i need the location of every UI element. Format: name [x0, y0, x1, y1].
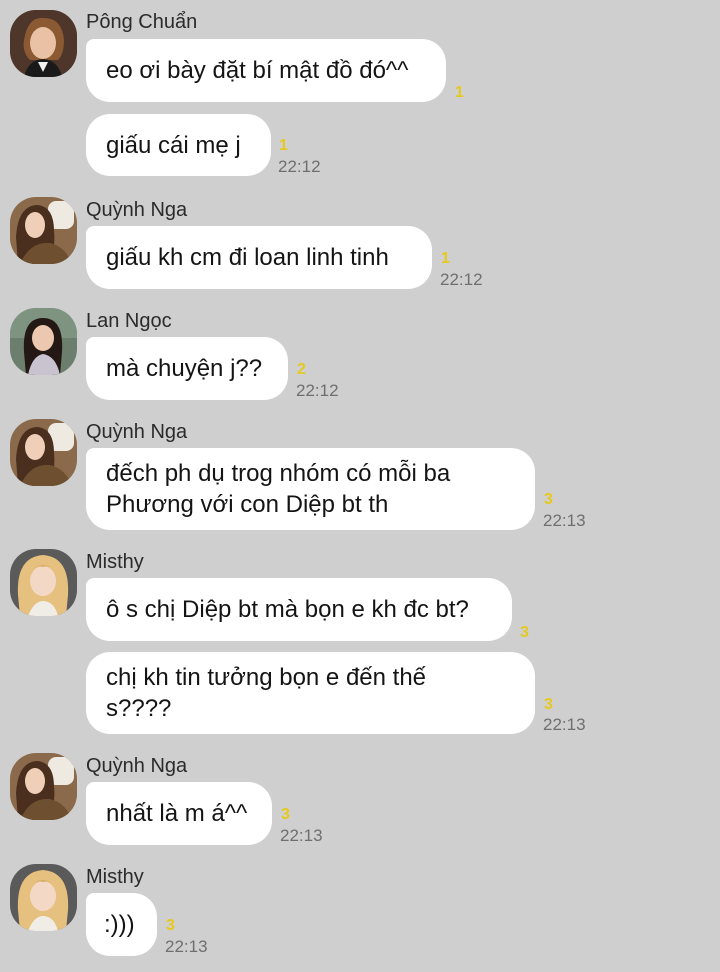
message-text: ô s chị Diệp bt mà bọn e kh đc bt? — [106, 596, 469, 623]
message-bubble[interactable]: giấu kh cm đi loan linh tinh — [86, 226, 432, 289]
read-count: 2 — [297, 361, 306, 378]
message-text: :))) — [104, 911, 135, 938]
message-bubble[interactable]: mà chuyện j?? — [86, 337, 288, 400]
read-count: 3 — [166, 917, 175, 934]
avatar-quynh-nga[interactable] — [10, 419, 77, 486]
avatar-misthy[interactable] — [10, 864, 77, 931]
sender-name: Quỳnh Nga — [86, 199, 188, 221]
message-bubble[interactable]: ô s chị Diệp bt mà bọn e kh đc bt? — [86, 578, 512, 641]
message-text: đếch ph dụ trog nhóm có mỗi ba Phương vớ… — [106, 460, 451, 518]
timestamp: 22:13 — [543, 715, 586, 734]
read-count: 1 — [441, 250, 450, 267]
avatar-quynh-nga[interactable] — [10, 753, 77, 820]
message-bubble[interactable]: giấu cái mẹ j — [86, 114, 271, 176]
timestamp: 22:13 — [165, 937, 208, 956]
message-bubble[interactable]: eo ơi bày đặt bí mật đồ đó^^ — [86, 39, 446, 102]
message-bubble[interactable]: :))) — [86, 893, 157, 956]
sender-name: Lan Ngọc — [86, 310, 172, 332]
read-count: 3 — [520, 624, 529, 641]
avatar-pong-chuan[interactable] — [10, 10, 77, 77]
sender-name: Quỳnh Nga — [86, 421, 188, 443]
message-bubble[interactable]: chị kh tin tưởng bọn e đến thế s???? — [86, 652, 535, 734]
read-count: 3 — [281, 806, 290, 823]
read-count: 3 — [544, 696, 553, 713]
sender-name: Pông Chuẩn — [86, 11, 198, 33]
sender-name: Quỳnh Nga — [86, 755, 188, 777]
sender-name: Misthy — [86, 551, 144, 573]
message-text: eo ơi bày đặt bí mật đồ đó^^ — [106, 57, 409, 84]
avatar-quynh-nga[interactable] — [10, 197, 77, 264]
sender-name: Misthy — [86, 866, 144, 888]
message-bubble[interactable]: đếch ph dụ trog nhóm có mỗi ba Phương vớ… — [86, 448, 535, 530]
timestamp: 22:12 — [440, 270, 483, 289]
avatar-lan-ngoc[interactable] — [10, 308, 77, 375]
message-text: mà chuyện j?? — [106, 355, 263, 382]
timestamp: 22:13 — [543, 511, 586, 530]
message-text: chị kh tin tưởng bọn e đến thế s???? — [106, 664, 427, 722]
message-text: giấu cái mẹ j — [106, 131, 241, 159]
timestamp: 22:12 — [296, 381, 339, 400]
read-count: 1 — [455, 84, 464, 101]
timestamp: 22:13 — [280, 826, 323, 845]
message-text: giấu kh cm đi loan linh tinh — [106, 244, 389, 271]
message-bubble[interactable]: nhất là m á^^ — [86, 782, 272, 845]
timestamp: 22:12 — [278, 157, 321, 176]
avatar-misthy[interactable] — [10, 549, 77, 616]
read-count: 3 — [544, 491, 553, 508]
read-count: 1 — [279, 137, 288, 154]
message-text: nhất là m á^^ — [106, 800, 248, 827]
